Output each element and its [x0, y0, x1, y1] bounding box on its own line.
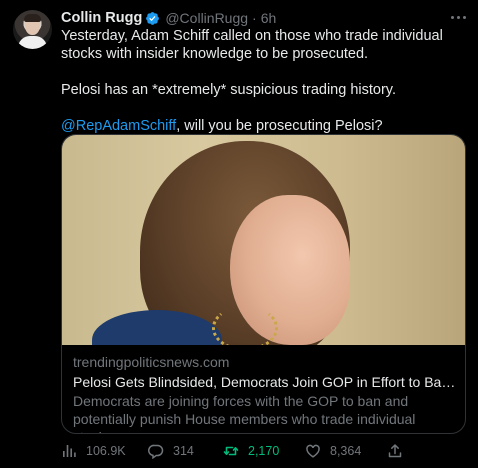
avatar[interactable]	[13, 10, 52, 49]
verified-badge-icon	[146, 11, 160, 25]
card-title[interactable]: Pelosi Gets Blindsided, Democrats Join G…	[73, 373, 457, 392]
tweet-text: Yesterday, Adam Schiff called on those w…	[61, 27, 466, 135]
author-handle[interactable]: @CollinRugg	[165, 10, 248, 26]
reply-icon	[148, 444, 164, 459]
retweet-icon	[223, 446, 239, 456]
reply-button[interactable]: 314	[148, 440, 194, 462]
card-image[interactable]	[62, 135, 465, 345]
tweet-text-line: Pelosi has an *extremely* suspicious tra…	[61, 82, 397, 98]
action-bar: 106.9K 314 2,170 8,364	[61, 440, 471, 462]
mention-link[interactable]: @RepAdamSchiff	[61, 118, 176, 134]
link-card[interactable]: trendingpoliticsnews.com Pelosi Gets Bli…	[61, 134, 466, 434]
reply-count: 314	[173, 444, 194, 458]
like-count: 8,364	[330, 444, 362, 458]
tweet-text-line: Yesterday, Adam Schiff called on those w…	[61, 28, 443, 62]
card-domain: trendingpoliticsnews.com	[73, 354, 230, 370]
tweet-text-rest: , will you be prosecuting Pelosi?	[176, 118, 383, 134]
retweet-button[interactable]: 2,170	[223, 440, 279, 462]
tweet-time[interactable]: 6h	[261, 10, 277, 26]
heart-icon	[306, 444, 320, 458]
author-name[interactable]: Collin Rugg	[61, 10, 142, 26]
separator-dot: ·	[252, 10, 257, 26]
tweet-header: Collin Rugg @CollinRugg · 6h	[61, 9, 276, 27]
more-options-icon[interactable]	[447, 8, 469, 26]
share-button[interactable]	[387, 440, 403, 462]
tweet[interactable]: Collin Rugg @CollinRugg · 6h Yesterday, …	[0, 0, 478, 468]
tweet-text-line: @RepAdamSchiff, will you be prosecuting …	[61, 117, 466, 135]
card-description: Democrats are joining forces with the GO…	[73, 393, 416, 433]
share-icon	[388, 444, 402, 458]
like-button[interactable]: 8,364	[305, 440, 361, 462]
views-count: 106.9K	[86, 444, 126, 458]
views-button[interactable]: 106.9K	[61, 440, 126, 462]
retweet-count: 2,170	[248, 444, 280, 458]
analytics-icon	[63, 445, 76, 457]
